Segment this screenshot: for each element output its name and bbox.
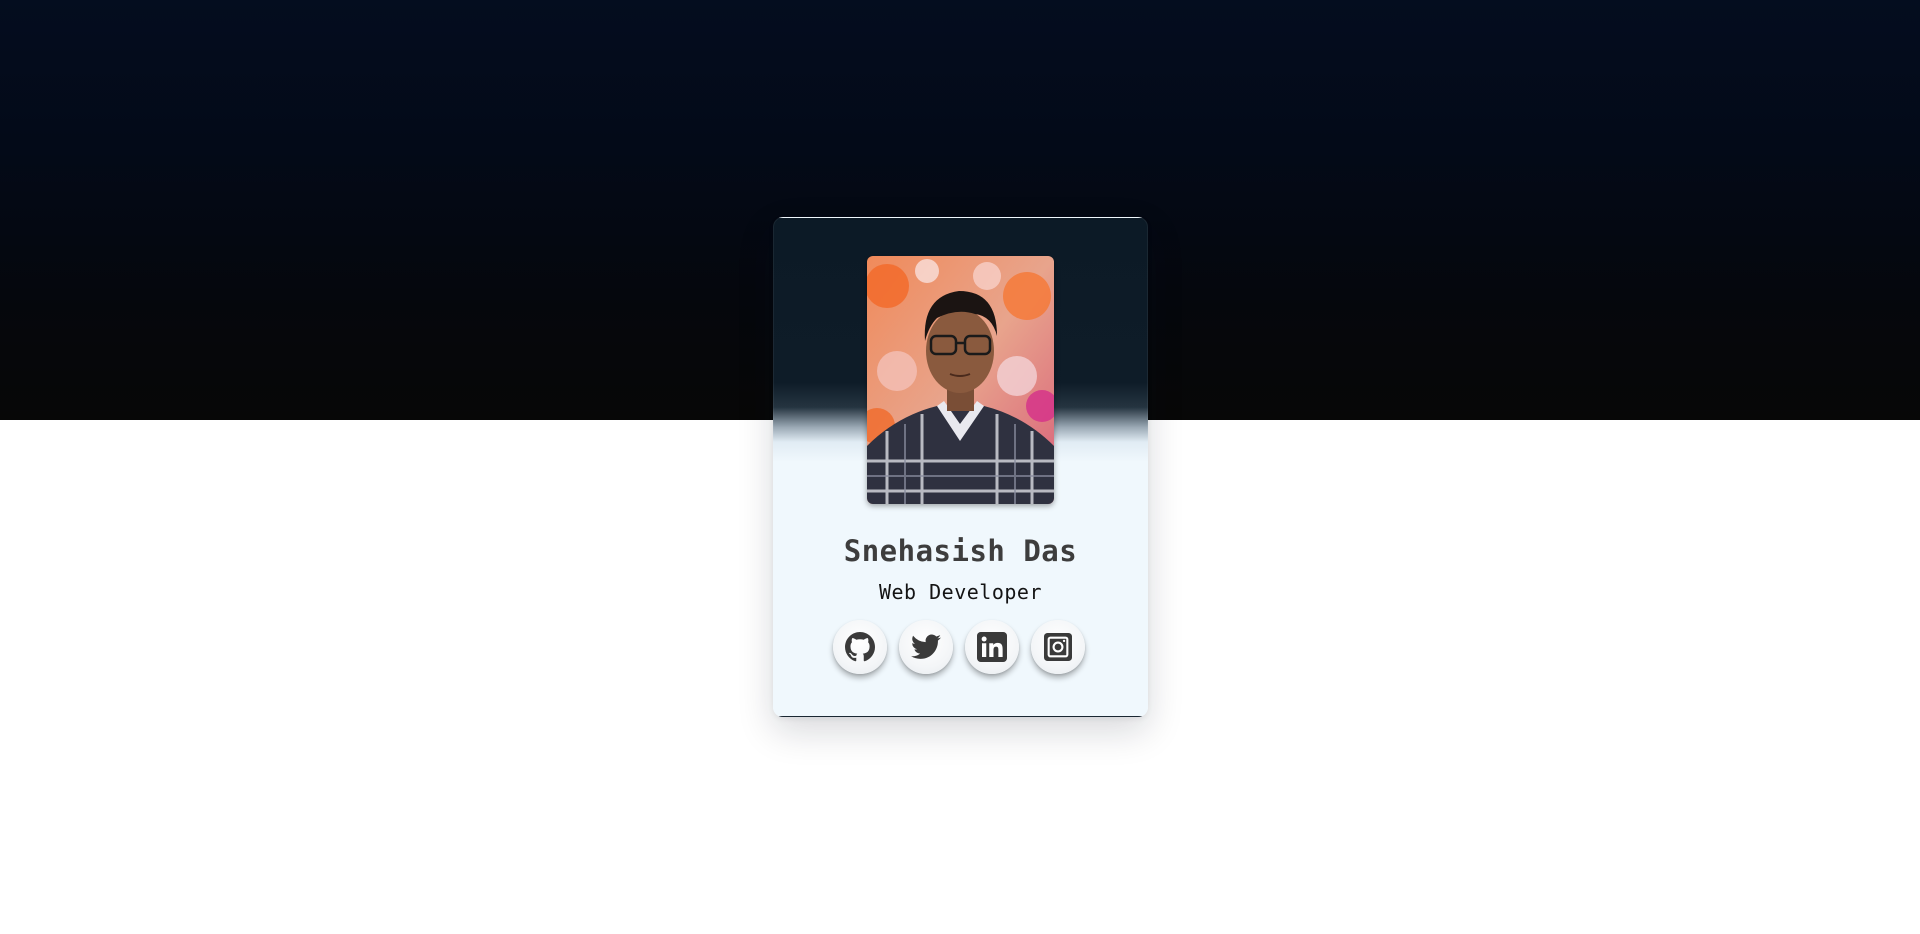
github-icon [845, 632, 875, 662]
profile-name: Snehasish Das [843, 534, 1078, 568]
profile-card: Snehasish Das Web Developer [773, 217, 1148, 717]
instagram-icon [1044, 633, 1072, 661]
twitter-icon [911, 634, 941, 660]
profile-role: Web Developer [878, 580, 1043, 604]
twitter-button[interactable] [899, 620, 953, 674]
social-links [833, 620, 1089, 676]
page: Snehasish Das Web Developer [0, 0, 1920, 934]
linkedin-icon [977, 632, 1007, 662]
avatar [867, 256, 1054, 504]
linkedin-button[interactable] [965, 620, 1019, 674]
github-button[interactable] [833, 620, 887, 674]
instagram-button[interactable] [1031, 620, 1085, 674]
